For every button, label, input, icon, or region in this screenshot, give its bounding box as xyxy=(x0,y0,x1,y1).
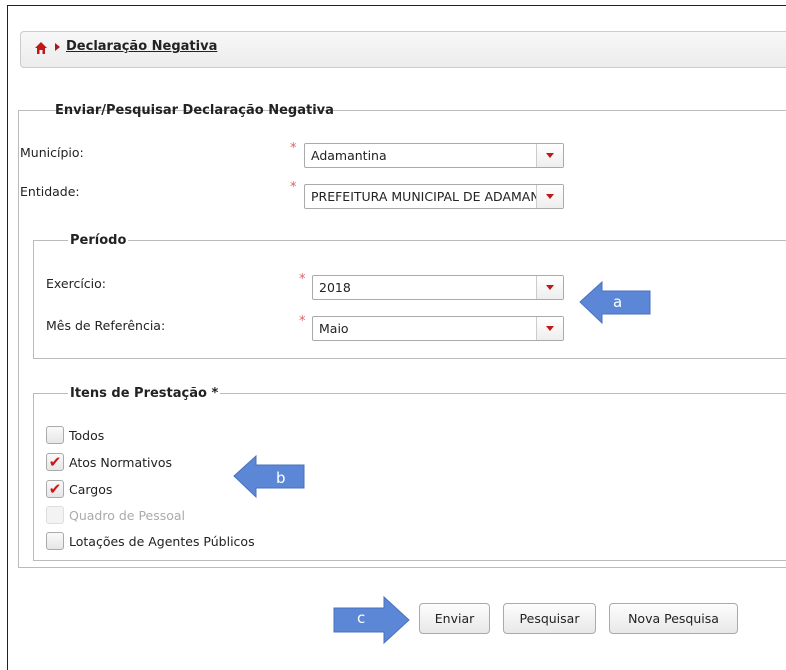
checkbox-box xyxy=(46,506,64,524)
callout-label-c: c xyxy=(357,609,366,627)
chevron-down-icon[interactable] xyxy=(536,144,563,167)
exercicio-select[interactable]: 2018 xyxy=(312,275,564,300)
home-icon[interactable] xyxy=(34,41,48,55)
mes-label: Mês de Referência: xyxy=(46,318,166,333)
callout-arrow-b xyxy=(233,454,305,499)
checkbox-quadro-pessoal: Quadro de Pessoal xyxy=(46,506,185,524)
checkbox-label: Atos Normativos xyxy=(69,454,173,470)
required-marker: * xyxy=(299,272,306,287)
itens-legend: Itens de Prestação * xyxy=(70,386,219,401)
chevron-down-icon[interactable] xyxy=(536,185,563,208)
callout-label-b: b xyxy=(276,469,286,487)
checkbox-box[interactable] xyxy=(46,532,64,550)
periodo-legend: Período xyxy=(70,233,127,248)
enviar-button[interactable]: Enviar xyxy=(419,603,490,634)
checkbox-label: Quadro de Pessoal xyxy=(69,507,186,523)
checkbox-label: Cargos xyxy=(69,481,113,497)
checkbox-box[interactable]: ✔ xyxy=(46,480,64,498)
entidade-select[interactable]: PREFEITURA MUNICIPAL DE ADAMANTINA xyxy=(304,184,564,209)
callout-arrow-c xyxy=(333,595,410,645)
exercicio-label: Exercício: xyxy=(46,276,107,291)
mes-value: Maio xyxy=(319,321,349,336)
breadcrumb-separator-icon xyxy=(55,43,60,51)
entidade-label: Entidade: xyxy=(20,184,80,199)
checkbox-atos-normativos[interactable]: ✔ Atos Normativos xyxy=(46,453,172,471)
chevron-down-icon[interactable] xyxy=(536,276,563,299)
required-marker: * xyxy=(290,180,297,195)
checkbox-lotacoes[interactable]: Lotações de Agentes Públicos xyxy=(46,532,255,550)
exercicio-value: 2018 xyxy=(319,280,351,295)
checkbox-label: Lotações de Agentes Públicos xyxy=(69,533,255,549)
send-search-legend: Enviar/Pesquisar Declaração Negativa xyxy=(55,103,334,118)
nova-pesquisa-button[interactable]: Nova Pesquisa xyxy=(609,603,738,634)
callout-label-a: a xyxy=(613,293,623,311)
checkbox-todos[interactable]: Todos xyxy=(46,426,104,444)
checkbox-box[interactable]: ✔ xyxy=(46,453,64,471)
checkmark-icon: ✔ xyxy=(48,452,62,471)
checkbox-cargos[interactable]: ✔ Cargos xyxy=(46,480,112,498)
pesquisar-button[interactable]: Pesquisar xyxy=(503,603,596,634)
checkbox-label: Todos xyxy=(69,427,105,443)
breadcrumb-current[interactable]: Declaração Negativa xyxy=(66,39,217,54)
required-marker: * xyxy=(299,314,306,329)
municipio-label: Município: xyxy=(20,145,84,160)
required-marker: * xyxy=(290,141,297,156)
municipio-select[interactable]: Adamantina xyxy=(304,143,564,168)
checkmark-icon: ✔ xyxy=(48,479,62,498)
mes-select[interactable]: Maio xyxy=(312,316,564,341)
checkbox-box[interactable] xyxy=(46,426,64,444)
chevron-down-icon[interactable] xyxy=(536,317,563,340)
entidade-value: PREFEITURA MUNICIPAL DE ADAMANTINA xyxy=(311,189,536,204)
municipio-value: Adamantina xyxy=(311,148,387,163)
